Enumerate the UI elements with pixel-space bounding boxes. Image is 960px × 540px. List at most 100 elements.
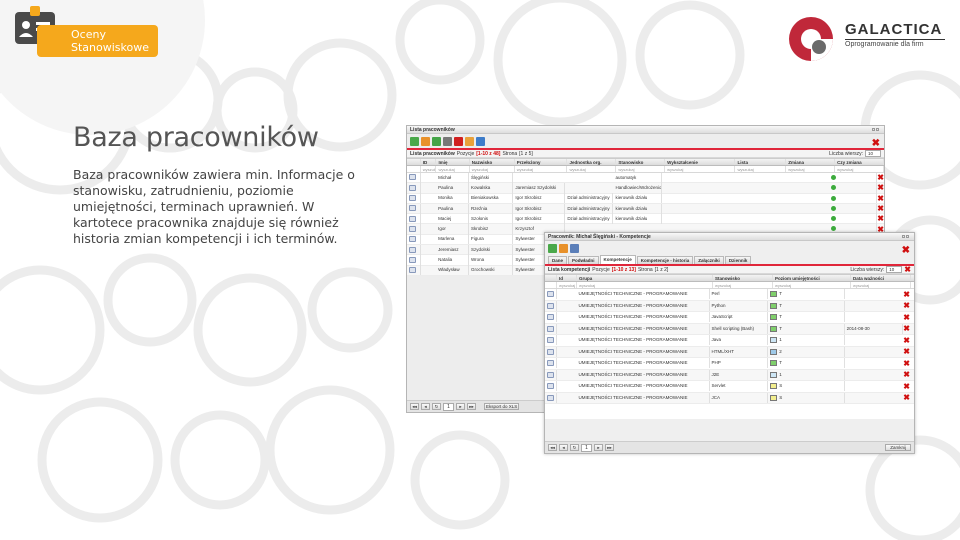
edit-icon[interactable] (547, 360, 554, 367)
edit-icon[interactable] (547, 371, 554, 378)
delete-row-icon[interactable]: ✖ (903, 290, 910, 299)
column-header[interactable]: Poziom umiejętności (773, 275, 851, 281)
first-page-button[interactable]: ◂◂ (410, 403, 419, 410)
clear-filter-icon[interactable]: ✖ (904, 265, 911, 274)
table-row[interactable]: UMIEJĘTNOŚCI TECHNICZNE - PROGRAMOWANIE S… (545, 381, 914, 393)
delete-row-icon[interactable]: ✖ (903, 359, 910, 368)
table-row[interactable]: UMIEJĘTNOŚCI TECHNICZNE - PROGRAMOWANIE J… (545, 369, 914, 381)
table-row[interactable]: UMIEJĘTNOŚCI TECHNICZNE - PROGRAMOWANIE J… (545, 392, 914, 404)
edit-icon[interactable] (409, 205, 416, 212)
column-header[interactable]: Id (557, 275, 577, 281)
column-header[interactable]: Imię (436, 159, 470, 165)
next-page-button[interactable]: ▸ (456, 403, 465, 410)
column-header[interactable]: Nazwisko (470, 159, 515, 165)
first-page-button[interactable]: ◂◂ (548, 444, 557, 451)
prev-page-button[interactable]: ◂ (559, 444, 568, 451)
delete-row-icon[interactable]: ✖ (877, 183, 884, 192)
column-filter[interactable]: wyszukaj (835, 166, 884, 172)
column-header[interactable]: Zmiana (786, 159, 836, 165)
delete-row-icon[interactable]: ✖ (903, 382, 910, 391)
close-button[interactable]: Zamknij (885, 444, 911, 451)
delete-row-icon[interactable]: ✖ (877, 214, 884, 223)
edit-icon[interactable] (409, 256, 416, 263)
edit-icon[interactable] (547, 302, 554, 309)
delete-icon[interactable] (454, 136, 463, 146)
edit-icon[interactable] (559, 243, 568, 253)
column-filter[interactable]: wyszukaj (665, 166, 736, 172)
column-filter[interactable]: wyszukaj (735, 166, 787, 172)
tab[interactable]: Podwładni (568, 256, 599, 264)
column-header[interactable]: Lista (735, 159, 787, 165)
page-input[interactable]: 1 (443, 402, 454, 411)
column-filter[interactable]: wyszukaj (515, 166, 568, 172)
edit-icon[interactable] (409, 174, 416, 181)
table-row[interactable]: Maciej Szołonis Igor Skrobisz Dział adminis… (407, 213, 884, 225)
column-header[interactable]: Wykształcenie (665, 159, 736, 165)
delete-row-icon[interactable]: ✖ (877, 173, 884, 182)
table-row[interactable]: UMIEJĘTNOŚCI TECHNICZNE - PROGRAMOWANIE J… (545, 335, 914, 347)
delete-row-icon[interactable]: ✖ (877, 204, 884, 213)
column-filter[interactable]: wyszukaj (851, 282, 911, 288)
last-page-button[interactable]: ▸▸ (467, 403, 476, 410)
column-header[interactable]: Jednostka org. (567, 159, 617, 165)
prev-page-button[interactable]: ◂ (421, 403, 430, 410)
delete-row-icon[interactable]: ✖ (903, 347, 910, 356)
table-row[interactable]: UMIEJĘTNOŚCI TECHNICZNE - PROGRAMOWANIE J… (545, 312, 914, 324)
delete-row-icon[interactable]: ✖ (903, 301, 910, 310)
export-xls-button[interactable]: Eksport do XLS (484, 403, 520, 410)
column-filter[interactable]: wyszukaj (436, 166, 470, 172)
delete-row-icon[interactable]: ✖ (877, 194, 884, 203)
stop-icon[interactable] (443, 136, 452, 146)
page-input[interactable]: 1 (581, 443, 592, 452)
column-filter[interactable]: wyszukaj (616, 166, 666, 172)
column-filter[interactable]: wyszukaj (421, 166, 437, 172)
delete-row-icon[interactable]: ✖ (903, 370, 910, 379)
edit-icon[interactable] (547, 383, 554, 390)
edit-icon[interactable] (421, 136, 430, 146)
table-row[interactable]: Monika Bieniakowska Igor Skrobisz Dział adm… (407, 193, 884, 204)
column-header[interactable]: Stanowisko (713, 275, 773, 281)
delete-row-icon[interactable]: ✖ (903, 324, 910, 333)
column-filter[interactable]: wyszukaj (577, 282, 713, 288)
per-page-select[interactable]: 10 (865, 150, 881, 157)
column-header[interactable]: Stanowisko (616, 159, 666, 165)
per-page-select[interactable]: 10 (886, 266, 903, 273)
column-filter[interactable]: wyszukaj (557, 282, 577, 288)
column-header[interactable]: Data ważności (851, 275, 911, 281)
tab[interactable]: Dane (548, 256, 568, 264)
tab[interactable]: Kompetencje - historia (636, 256, 694, 264)
table-row[interactable]: Paulina Kowalska Jaremiasz Szydolski Handlo… (407, 182, 884, 194)
edit-icon[interactable] (547, 325, 554, 332)
column-header[interactable]: Czy zmiana (835, 159, 884, 165)
edit-icon[interactable] (547, 314, 554, 321)
edit-icon[interactable] (547, 337, 554, 344)
table-row[interactable]: UMIEJĘTNOŚCI TECHNICZNE - PROGRAMOWANIE P… (545, 300, 914, 312)
print-icon[interactable] (465, 136, 474, 146)
reload-button[interactable]: ↻ (570, 444, 579, 451)
add-icon[interactable] (432, 136, 441, 146)
edit-icon[interactable] (409, 195, 416, 202)
edit-icon[interactable] (547, 394, 554, 401)
column-header[interactable]: Przełożony (515, 159, 568, 165)
edit-icon[interactable] (547, 291, 554, 298)
column-header[interactable]: ID (421, 159, 437, 165)
reload-button[interactable]: ↻ (432, 403, 441, 410)
table-row[interactable]: UMIEJĘTNOŚCI TECHNICZNE - PROGRAMOWANIE H… (545, 346, 914, 358)
edit-icon[interactable] (409, 246, 416, 253)
window-controls[interactable] (871, 127, 881, 132)
delete-row-icon[interactable]: ✖ (903, 313, 910, 322)
table-row[interactable]: UMIEJĘTNOŚCI TECHNICZNE - PROGRAMOWANIE P… (545, 358, 914, 370)
column-filter[interactable]: wyszukaj (773, 282, 851, 288)
refresh-icon[interactable] (548, 243, 557, 253)
tab[interactable]: Kompetencje (599, 255, 636, 264)
close-x-icon[interactable]: ✖ (902, 246, 910, 256)
table-row[interactable]: UMIEJĘTNOŚCI TECHNICZNE - PROGRAMOWANIE P… (545, 289, 914, 301)
tab[interactable]: Dziennik (724, 256, 752, 264)
column-filter[interactable]: wyszukaj (713, 282, 773, 288)
tab[interactable]: Załączniki (694, 256, 724, 264)
close-x-icon[interactable]: ✖ (872, 139, 880, 149)
refresh-icon[interactable] (410, 136, 419, 146)
column-filter[interactable]: wyszukaj (470, 166, 515, 172)
users-icon[interactable] (570, 243, 579, 253)
last-page-button[interactable]: ▸▸ (605, 444, 614, 451)
